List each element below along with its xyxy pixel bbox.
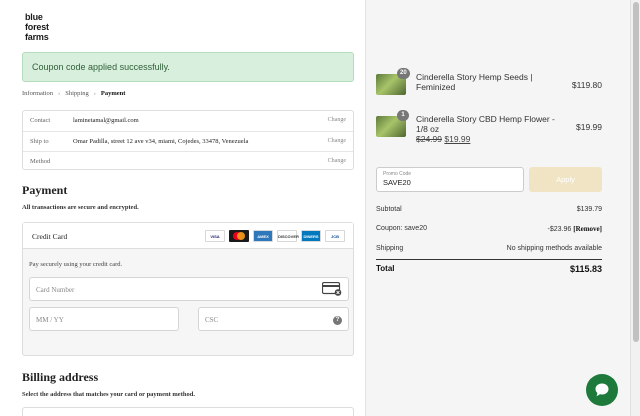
quantity-badge: 20 xyxy=(397,68,410,79)
change-contact-link[interactable]: Change xyxy=(328,117,346,123)
chevron-right-icon: › xyxy=(58,90,61,97)
billing-heading: Billing address xyxy=(22,370,99,384)
total-label: Total xyxy=(376,264,395,273)
shipping-row: Shipping No shipping methods available xyxy=(376,245,602,252)
logo-line-1: blue xyxy=(25,12,43,22)
coupon-value: -$23.96 xyxy=(547,226,572,233)
billing-subheading: Select the address that matches your car… xyxy=(22,391,195,398)
original-price: $24.99 xyxy=(416,134,442,144)
payment-method-box: Credit Card VISA AMEX DISCOVER DINERS JC… xyxy=(22,222,354,356)
breadcrumb-shipping[interactable]: Shipping xyxy=(65,90,88,97)
checkout-main: blue forest farms Coupon code applied su… xyxy=(0,0,365,416)
shipping-value: No shipping methods available xyxy=(506,245,602,252)
total-divider xyxy=(376,259,602,260)
diners-club-icon: DINERS xyxy=(301,230,321,242)
csc-input[interactable]: CSC ? xyxy=(198,307,349,331)
promo-code-value: SAVE20 xyxy=(383,178,411,187)
success-alert: Coupon code applied successfully. xyxy=(22,52,354,82)
cart-item: 20 Cinderella Story Hemp Seeds | Feminiz… xyxy=(376,68,602,96)
chevron-right-icon: › xyxy=(93,90,96,97)
product-price: $119.80 xyxy=(571,80,602,90)
billing-options-box[interactable] xyxy=(22,407,354,416)
logo-line-3: farms xyxy=(25,32,49,42)
subtotal-value: $139.79 xyxy=(576,206,602,213)
breadcrumb-information[interactable]: Information xyxy=(22,90,53,97)
scrollbar-thumb[interactable] xyxy=(633,2,639,342)
sale-price: $19.99 xyxy=(444,134,471,144)
discover-icon: DISCOVER xyxy=(277,230,299,242)
review-row-contact: Contact laminetamal@gmail.com Change xyxy=(23,111,353,131)
product-name: Cinderella Story Hemp Seeds | Feminized xyxy=(416,72,533,92)
credit-card-option[interactable]: Credit Card VISA AMEX DISCOVER DINERS JC… xyxy=(23,223,353,249)
review-block: Contact laminetamal@gmail.com Change Shi… xyxy=(22,110,354,170)
review-label: Method xyxy=(30,158,51,165)
quantity-badge: 1 xyxy=(397,110,409,121)
chat-bubble-icon xyxy=(595,383,609,397)
shipping-label: Shipping xyxy=(376,245,404,252)
logo[interactable]: blue forest farms xyxy=(25,12,49,42)
review-label: Contact xyxy=(30,117,51,124)
credit-card-label: Credit Card xyxy=(32,232,68,241)
review-label: Ship to xyxy=(30,138,49,145)
product-name: Cinderella Story CBD Hemp Flower - 1/8 o… xyxy=(416,114,566,144)
subtotal-row: Subtotal $139.79 xyxy=(376,206,602,213)
visa-icon: VISA xyxy=(205,230,225,242)
expiry-input[interactable]: MM / YY xyxy=(29,307,179,331)
review-row-ship-to: Ship to Omar Padilla, street 12 ave v34,… xyxy=(23,131,353,151)
coupon-label: Coupon: save20 xyxy=(376,225,427,232)
credit-card-icon xyxy=(322,282,342,296)
review-value: Omar Padilla, street 12 ave v34, miami, … xyxy=(73,138,249,145)
review-row-method: Method Change xyxy=(23,151,353,171)
apply-button[interactable]: Apply xyxy=(529,167,602,192)
breadcrumb: Information › Shipping › Payment xyxy=(22,90,125,97)
coupon-amount: -$23.96 [Remove] xyxy=(547,225,602,233)
mastercard-icon xyxy=(229,230,249,242)
card-number-input[interactable]: Card Number xyxy=(29,277,349,301)
page-scrollbar[interactable] xyxy=(630,0,640,416)
cart-item: 1 Cinderella Story CBD Hemp Flower - 1/8… xyxy=(376,110,602,144)
remove-coupon-link[interactable]: [Remove] xyxy=(573,225,602,233)
coupon-row: Coupon: save20 -$23.96 [Remove] xyxy=(376,225,602,233)
breadcrumb-payment: Payment xyxy=(100,90,126,97)
subtotal-label: Subtotal xyxy=(376,206,402,213)
total-row: Total $115.83 xyxy=(376,264,602,274)
review-value: laminetamal@gmail.com xyxy=(73,117,139,124)
jcb-icon: JCB xyxy=(325,230,345,242)
card-number-placeholder: Card Number xyxy=(36,286,75,294)
chat-button[interactable] xyxy=(586,374,618,406)
payment-heading: Payment xyxy=(22,183,68,197)
change-method-link[interactable]: Change xyxy=(328,158,346,164)
total-value: $115.83 xyxy=(569,264,602,274)
csc-placeholder: CSC xyxy=(205,316,219,324)
amex-icon: AMEX xyxy=(253,230,273,242)
help-icon[interactable]: ? xyxy=(333,316,342,325)
payment-subheading: All transactions are secure and encrypte… xyxy=(22,204,139,211)
mastercard-logo-icon xyxy=(229,230,249,242)
change-ship-to-link[interactable]: Change xyxy=(328,138,346,144)
order-summary: 20 Cinderella Story Hemp Seeds | Feminiz… xyxy=(365,0,630,416)
product-price: $19.99 xyxy=(576,122,602,132)
promo-code-input[interactable]: Promo Code SAVE20 xyxy=(376,167,524,192)
card-brand-icons: VISA AMEX DISCOVER DINERS JCB xyxy=(205,230,347,242)
logo-line-2: forest xyxy=(25,22,49,32)
payment-description: Pay securely using your credit card. xyxy=(29,261,123,268)
promo-code-label: Promo Code xyxy=(383,171,412,177)
product-title: Cinderella Story CBD Hemp Flower - 1/8 o… xyxy=(416,114,555,134)
